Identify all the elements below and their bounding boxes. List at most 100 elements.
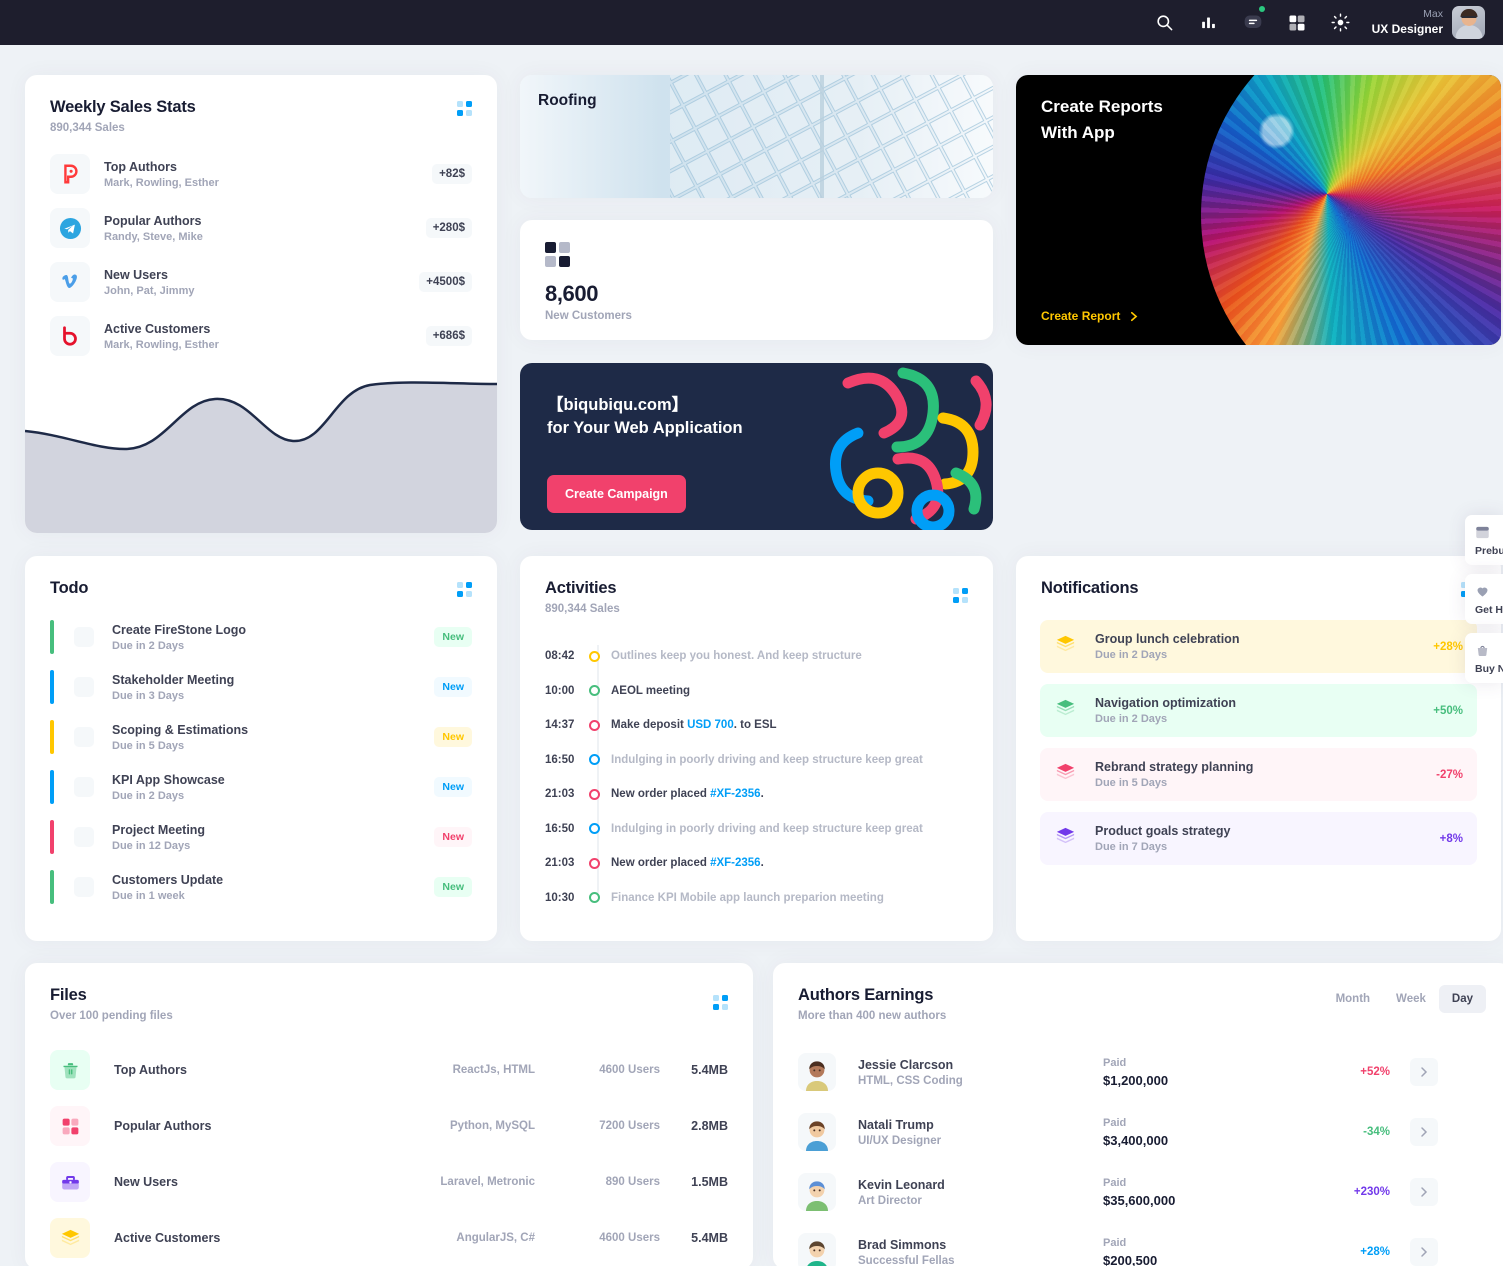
list-item: 10:00 AEOL meeting bbox=[545, 674, 968, 709]
activity-link[interactable]: #XF-2356 bbox=[710, 788, 761, 800]
stat-name: New Users bbox=[104, 267, 168, 282]
todo-text: Stakeholder Meeting Due in 3 Days bbox=[112, 673, 434, 702]
activity-text-tail: . to ESL bbox=[733, 719, 777, 732]
table-row: Top Authors ReactJs, HTML 4600 Users 5.4MB bbox=[50, 1042, 728, 1098]
stat-text: New Users John, Pat, Jimmy bbox=[104, 268, 419, 297]
grid-dots-icon[interactable] bbox=[457, 582, 472, 597]
table-row: Kevin Leonard Art Director Paid $35,600,000… bbox=[798, 1162, 1486, 1222]
paid-amount: $200,500 bbox=[1103, 1252, 1158, 1266]
grid-dots-icon[interactable] bbox=[953, 588, 968, 603]
todo-checkbox[interactable] bbox=[74, 627, 94, 647]
paid-block: Paid $3,400,000 bbox=[1103, 1117, 1318, 1148]
list-item[interactable]: Group lunch celebration Due in 2 Days +28% bbox=[1040, 620, 1477, 673]
new-customers-label: New Customers bbox=[545, 310, 632, 322]
create-campaign-button[interactable]: Create Campaign bbox=[547, 475, 686, 513]
chevron-right-icon[interactable] bbox=[1410, 1118, 1438, 1146]
activity-status-dot bbox=[589, 685, 600, 697]
grid-icon[interactable] bbox=[1284, 10, 1310, 36]
todo-due: Due in 12 Days bbox=[112, 839, 191, 852]
weekly-sales-header: Weekly Sales Stats 890,344 Sales bbox=[25, 75, 497, 134]
todo-color-bar bbox=[50, 620, 54, 654]
period-toggle-day[interactable]: Day bbox=[1438, 985, 1486, 1013]
activities-card: Activities 890,344 Sales 08:42 Outlines k… bbox=[520, 556, 993, 941]
grid-dots-icon[interactable] bbox=[713, 995, 728, 1010]
search-icon[interactable] bbox=[1152, 10, 1178, 36]
paid-amount: $35,600,000 bbox=[1103, 1192, 1176, 1208]
side-tool-buy-now[interactable]: Buy Now bbox=[1465, 633, 1503, 683]
todo-header: Todo bbox=[25, 556, 497, 598]
todo-checkbox[interactable] bbox=[74, 677, 94, 697]
file-size: 2.8MB bbox=[691, 1119, 728, 1133]
activity-text-main: AEOL meeting bbox=[611, 684, 691, 697]
chart-icon[interactable] bbox=[1196, 10, 1222, 36]
column-right: Create Reports With App Create Report bbox=[1016, 75, 1501, 533]
todo-checkbox[interactable] bbox=[74, 877, 94, 897]
grid-icon bbox=[50, 1106, 90, 1146]
reports-line-1: Create Reports bbox=[1041, 97, 1163, 116]
layers-icon bbox=[1054, 761, 1079, 789]
notification-name: Product goals strategy bbox=[1095, 824, 1231, 838]
earnings-percent: +230% bbox=[1353, 1186, 1390, 1198]
list-item[interactable]: Rebrand strategy planning Due in 5 Days -2… bbox=[1040, 748, 1477, 801]
todo-name: Create FireStone Logo bbox=[112, 622, 247, 637]
paid-label: Paid bbox=[1103, 1056, 1127, 1069]
paid-amount: $3,400,000 bbox=[1103, 1132, 1169, 1148]
paid-block: Paid $200,500 bbox=[1103, 1237, 1318, 1266]
period-toggle-month[interactable]: Month bbox=[1323, 985, 1383, 1013]
author-name: Brad Simmons bbox=[858, 1237, 947, 1252]
stat-text: Popular Authors Randy, Steve, Mike bbox=[104, 214, 426, 243]
chevron-right-icon[interactable] bbox=[1410, 1058, 1438, 1086]
avatar[interactable] bbox=[1452, 6, 1485, 39]
file-users: 890 Users bbox=[605, 1176, 660, 1188]
notification-name: Group lunch celebration bbox=[1095, 632, 1240, 646]
chevron-right-icon[interactable] bbox=[1410, 1178, 1438, 1206]
activity-text: Indulging in poorly driving and keep str… bbox=[611, 823, 923, 835]
todo-checkbox[interactable] bbox=[74, 727, 94, 747]
activity-text: New order placed #XF-2356. bbox=[611, 857, 764, 869]
list-item: Create FireStone Logo Due in 2 Days New bbox=[50, 620, 472, 654]
activity-status-dot bbox=[589, 788, 600, 800]
grid-dots-icon[interactable] bbox=[457, 101, 472, 116]
author-info: Kevin Leonard Art Director bbox=[858, 1178, 1103, 1207]
column-middle: Roofing 8,600 New Customers 【biqubiqu.co… bbox=[520, 75, 993, 533]
todo-text: Project Meeting Due in 12 Days bbox=[112, 823, 434, 852]
chat-icon[interactable] bbox=[1240, 5, 1266, 36]
vimeo-icon bbox=[50, 262, 90, 302]
stat-text: Active Customers Mark, Rowling, Esther bbox=[104, 322, 426, 351]
list-item[interactable]: Navigation optimization Due in 2 Days +50% bbox=[1040, 684, 1477, 737]
activity-text: Indulging in poorly driving and keep str… bbox=[611, 754, 923, 766]
activity-text-main: Outlines keep you honest. And keep struc… bbox=[611, 650, 862, 663]
todo-checkbox[interactable] bbox=[74, 827, 94, 847]
side-tool-get-help[interactable]: Get Help bbox=[1465, 574, 1503, 624]
create-report-link[interactable]: Create Report bbox=[1041, 309, 1141, 323]
plurk-icon bbox=[50, 154, 90, 194]
activity-link[interactable]: USD 700 bbox=[687, 719, 734, 731]
stat-amount: +4500$ bbox=[419, 272, 472, 292]
stat-amount: +686$ bbox=[425, 326, 472, 346]
side-tool-prebuilt[interactable]: Prebuilt bbox=[1465, 515, 1503, 565]
files-title: Files bbox=[50, 986, 87, 1004]
user-name: Max bbox=[1423, 8, 1443, 21]
todo-text: Create FireStone Logo Due in 2 Days bbox=[112, 623, 434, 652]
activity-time: 21:03 bbox=[545, 857, 575, 870]
list-item[interactable]: Product goals strategy Due in 7 Days +8% bbox=[1040, 812, 1477, 865]
file-tech: Laravel, Metronic bbox=[440, 1176, 535, 1188]
todo-checkbox[interactable] bbox=[74, 777, 94, 797]
file-tech: ReactJs, HTML bbox=[452, 1064, 535, 1076]
period-toggle-week[interactable]: Week bbox=[1383, 985, 1439, 1013]
todo-color-bar bbox=[50, 720, 54, 754]
todo-color-bar bbox=[50, 670, 54, 704]
paid-block: Paid $35,600,000 bbox=[1103, 1177, 1318, 1208]
brightness-icon[interactable] bbox=[1328, 10, 1354, 36]
sales-area-chart bbox=[25, 353, 497, 533]
activity-text-main: Indulging in poorly driving and keep str… bbox=[611, 753, 923, 766]
todo-due: Due in 2 Days bbox=[112, 639, 185, 652]
chevron-right-icon[interactable] bbox=[1410, 1238, 1438, 1266]
user-menu[interactable]: Max UX Designer bbox=[1372, 6, 1485, 39]
list-item: 10:30 Finance KPI Mobile app launch prepa… bbox=[545, 881, 968, 916]
todo-name: Customers Update bbox=[112, 872, 224, 887]
activity-link[interactable]: #XF-2356 bbox=[710, 857, 761, 869]
file-name: Active Customers bbox=[114, 1231, 221, 1245]
notification-text: Rebrand strategy planning Due in 5 Days bbox=[1095, 760, 1436, 789]
files-header: Files Over 100 pending files bbox=[25, 963, 753, 1022]
